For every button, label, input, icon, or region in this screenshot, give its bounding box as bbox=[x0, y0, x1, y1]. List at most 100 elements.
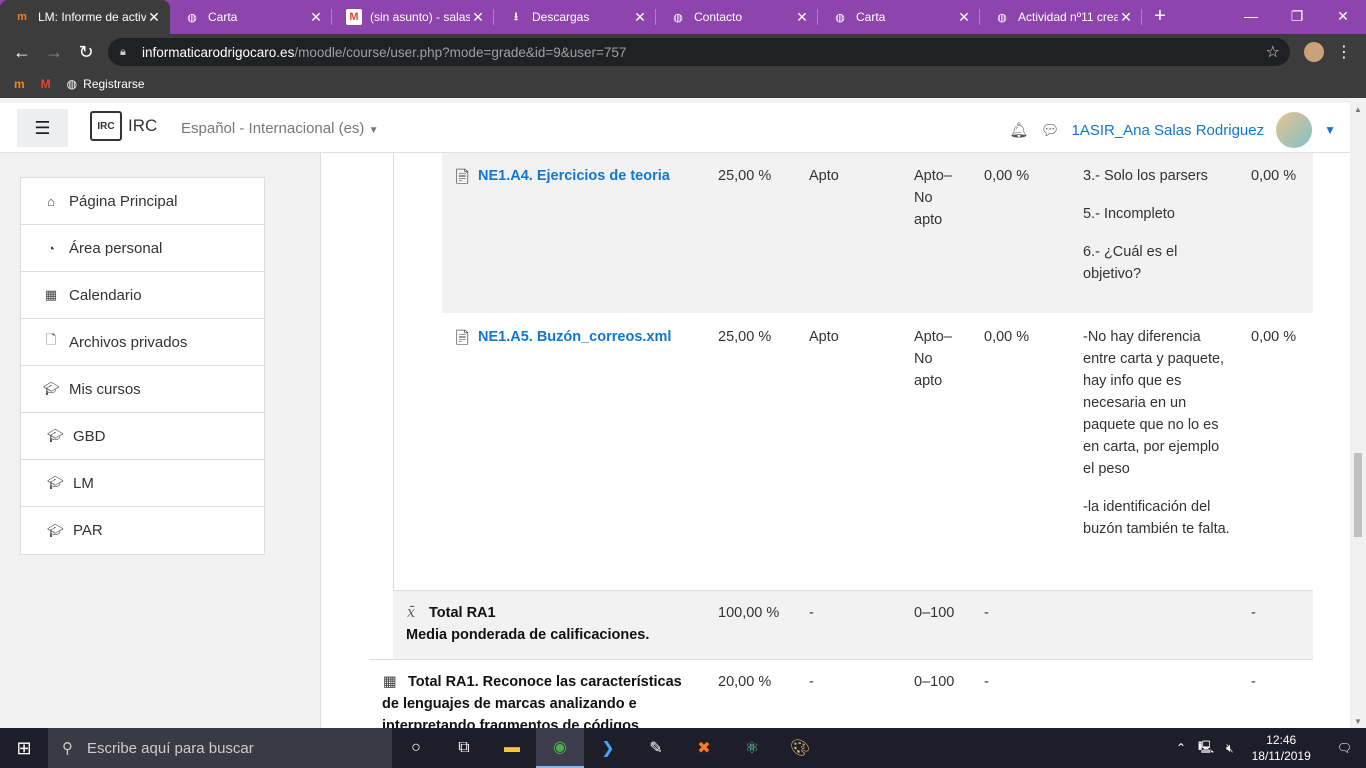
nav-item-pagina-principal[interactable]: ⌂ Página Principal bbox=[21, 178, 264, 225]
user-name[interactable]: 1ASIR_Ana Salas Rodriguez bbox=[1071, 122, 1264, 139]
gmail-icon: M bbox=[40, 77, 51, 91]
browser-tab[interactable]: M (sin asunto) - salas ✕ bbox=[332, 0, 494, 34]
dia-app-icon[interactable]: ✎ bbox=[632, 728, 680, 768]
notifications-icon[interactable]: 🗨︎ bbox=[1323, 741, 1366, 755]
outcome-total-name: Total RA1. Reconoce las características … bbox=[382, 674, 682, 728]
close-window-icon[interactable]: ✕ bbox=[1320, 0, 1366, 32]
browser-tab[interactable]: m LM: Informe de actividad ✕ bbox=[0, 0, 170, 34]
graduation-cap-icon: 🎓︎ bbox=[47, 475, 64, 490]
caret-down-icon[interactable]: ▼ bbox=[1324, 123, 1336, 137]
new-tab-button[interactable]: + bbox=[1142, 0, 1178, 34]
scroll-down-icon[interactable]: ▼ bbox=[1354, 717, 1362, 726]
browser-tab[interactable]: ◍ Actividad nº11 crea ✕ bbox=[980, 0, 1142, 34]
xampp-icon[interactable]: ✖ bbox=[680, 728, 728, 768]
volume-muted-icon[interactable]: 🔇︎ bbox=[1220, 741, 1240, 756]
globe-icon: ◍ bbox=[673, 11, 683, 24]
globe-icon: ◍ bbox=[187, 11, 197, 24]
bookmark-star-icon[interactable]: ☆ bbox=[1266, 42, 1280, 62]
feedback-cell: 3.- Solo los parsers 5.- Incompleto 6.- … bbox=[1083, 165, 1233, 301]
percent-cell: 0,00 % bbox=[984, 168, 1030, 184]
close-tab-icon[interactable]: ✕ bbox=[794, 9, 810, 26]
feedback-line: 5.- Incompleto bbox=[1083, 206, 1175, 222]
nav-item-archivos-privados[interactable]: 🗋︎ Archivos privados bbox=[21, 319, 264, 366]
user-area: 🔔︎ 💬︎ 1ASIR_Ana Salas Rodriguez ▼ bbox=[1009, 112, 1336, 148]
nav-item-lm[interactable]: 🎓︎ LM bbox=[21, 460, 264, 507]
powershell-icon[interactable]: ❯ bbox=[584, 728, 632, 768]
grade-cell: - bbox=[809, 605, 814, 621]
minimize-icon[interactable]: — bbox=[1228, 0, 1274, 32]
home-icon: ⌂ bbox=[47, 193, 55, 209]
reload-icon[interactable]: ↻ bbox=[70, 42, 102, 63]
grade-cell: Apto bbox=[809, 329, 839, 345]
chrome-icon[interactable]: ◉ bbox=[536, 728, 584, 768]
browser-tab[interactable]: ◍ Contacto ✕ bbox=[656, 0, 818, 34]
user-avatar[interactable] bbox=[1276, 112, 1313, 148]
clock[interactable]: 12:46 18/11/2019 bbox=[1240, 732, 1323, 764]
forward-icon[interactable]: → bbox=[38, 42, 70, 63]
scrollbar-thumb[interactable] bbox=[1354, 453, 1362, 537]
left-column: ⌂ Página Principal ◔ Área personal ▦ Calend… bbox=[0, 153, 286, 728]
profile-avatar[interactable] bbox=[1304, 42, 1324, 62]
network-icon[interactable]: 🖳︎ bbox=[1192, 738, 1220, 759]
weight-cell: 20,00 % bbox=[718, 674, 772, 690]
bookmark-gmail[interactable]: M bbox=[41, 77, 51, 91]
dashboard-icon: ◔ bbox=[47, 240, 55, 256]
assignment-icon: 📄︎ bbox=[453, 330, 472, 346]
graduation-cap-icon: 🎓︎ bbox=[47, 428, 64, 443]
percent-cell: - bbox=[984, 605, 989, 621]
bookmark-registrarse[interactable]: ◍ Registrarse bbox=[67, 77, 145, 91]
back-icon[interactable]: ← bbox=[6, 42, 38, 63]
weight-cell: 100,00 % bbox=[718, 605, 780, 621]
nav-item-calendario[interactable]: ▦ Calendario bbox=[21, 272, 264, 319]
moodle-icon: m bbox=[17, 11, 27, 23]
nav-item-area-personal[interactable]: ◔ Área personal bbox=[21, 225, 264, 272]
globe-icon: ◍ bbox=[835, 11, 845, 24]
scroll-up-icon[interactable]: ▲ bbox=[1354, 105, 1362, 114]
browser-menu-icon[interactable]: ⋮ bbox=[1336, 42, 1352, 62]
browser-tab[interactable]: ⭳ Descargas ✕ bbox=[494, 0, 656, 34]
close-tab-icon[interactable]: ✕ bbox=[632, 9, 648, 26]
row-divider bbox=[369, 659, 1313, 660]
page-scrollbar[interactable]: ▲ ▼ bbox=[1350, 103, 1366, 728]
globe-icon: ◍ bbox=[997, 11, 1007, 24]
browser-tab[interactable]: ◍ Carta ✕ bbox=[818, 0, 980, 34]
nav-item-gbd[interactable]: 🎓︎ GBD bbox=[21, 413, 264, 460]
contribution-cell: - bbox=[1251, 605, 1256, 621]
weight-cell: 25,00 % bbox=[718, 329, 772, 345]
close-tab-icon[interactable]: ✕ bbox=[470, 9, 486, 26]
menu-toggle-button[interactable]: ☰ bbox=[17, 109, 68, 147]
grade-item-link[interactable]: NE1.A5. Buzón_correos.xml bbox=[478, 326, 671, 348]
nav-item-mis-cursos[interactable]: 🎓︎ Mis cursos bbox=[21, 366, 264, 413]
bell-icon[interactable]: 🔔︎ bbox=[1009, 121, 1028, 139]
range-cell: 0–100 bbox=[914, 674, 955, 690]
close-tab-icon[interactable]: ✕ bbox=[308, 9, 324, 26]
close-tab-icon[interactable]: ✕ bbox=[1118, 9, 1134, 26]
cortana-icon[interactable]: ○ bbox=[392, 728, 440, 768]
sigma-icon: x̄ bbox=[407, 605, 416, 621]
logo-icon: IRC bbox=[90, 111, 122, 141]
language-menu[interactable]: Español - Internacional (es) ▼ bbox=[181, 120, 379, 137]
maximize-icon[interactable]: ❐ bbox=[1274, 0, 1320, 32]
atom-icon[interactable]: ⚛ bbox=[728, 728, 776, 768]
paint-icon[interactable]: 🎨︎ bbox=[776, 728, 824, 768]
percent-cell: - bbox=[984, 674, 989, 690]
task-view-icon[interactable]: ⧉ bbox=[440, 728, 488, 768]
globe-icon: ◍ bbox=[66, 77, 78, 91]
browser-tab[interactable]: ◍ Carta ✕ bbox=[170, 0, 332, 34]
chevron-up-icon[interactable]: ⌃ bbox=[1170, 741, 1192, 755]
file-explorer-icon[interactable]: ▬ bbox=[488, 728, 536, 768]
windows-start-icon[interactable]: ⊞ bbox=[0, 728, 48, 768]
close-tab-icon[interactable]: ✕ bbox=[146, 9, 162, 26]
close-tab-icon[interactable]: ✕ bbox=[956, 9, 972, 26]
site-logo[interactable]: IRC IRC bbox=[90, 111, 157, 141]
taskbar-search[interactable]: ⚲ Escribe aquí para buscar bbox=[48, 728, 392, 768]
moodle-icon: m bbox=[14, 77, 25, 91]
grade-item-link[interactable]: NE1.A4. Ejercicios de teoria bbox=[478, 165, 670, 187]
download-icon: ⭳ bbox=[514, 10, 518, 23]
bookmark-moodle[interactable]: m bbox=[14, 77, 25, 91]
chat-icon[interactable]: 💬︎ bbox=[1040, 121, 1059, 139]
url-bar[interactable]: 🔒︎ informaticarodrigocaro.es/moodle/cour… bbox=[108, 38, 1290, 66]
hamburger-icon: ☰ bbox=[34, 117, 51, 138]
feedback-line: 3.- Solo los parsers bbox=[1083, 168, 1208, 184]
nav-item-par[interactable]: 🎓︎ PAR bbox=[21, 507, 264, 554]
